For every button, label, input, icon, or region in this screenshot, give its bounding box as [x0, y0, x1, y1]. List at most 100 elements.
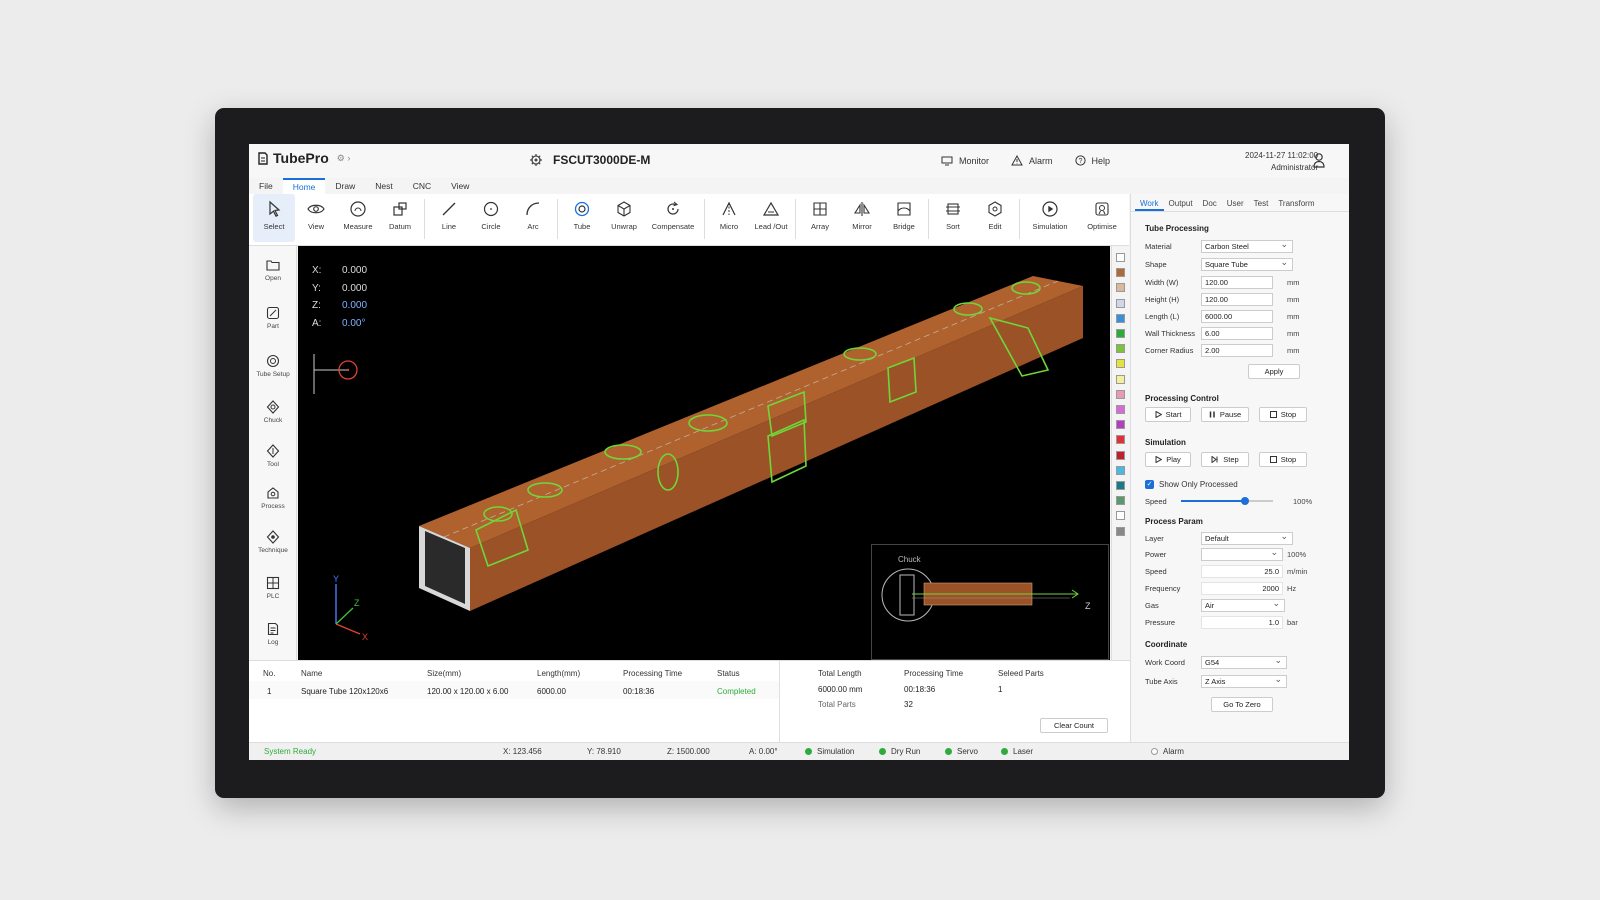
color-swatch[interactable]	[1116, 268, 1125, 278]
color-swatch[interactable]	[1116, 313, 1125, 323]
micro-tool[interactable]: Micro	[708, 194, 750, 242]
open-tool[interactable]: Open	[249, 258, 297, 282]
monitor-button[interactable]: Monitor	[941, 155, 989, 166]
color-swatch[interactable]	[1116, 465, 1125, 475]
edit-tool[interactable]: Edit	[974, 194, 1016, 242]
show-only-checkbox[interactable]: ✓	[1145, 479, 1154, 489]
part-tool[interactable]: Part	[249, 306, 297, 330]
tab-transform[interactable]: Transform	[1273, 196, 1319, 211]
compensate-tool[interactable]: Compensate	[645, 194, 701, 242]
select-tool[interactable]: Select	[253, 194, 295, 242]
go-to-zero-button[interactable]: Go To Zero	[1211, 697, 1273, 712]
log-tool[interactable]: Log	[249, 622, 297, 646]
line-icon	[442, 202, 456, 216]
technique-tool[interactable]: Technique	[249, 530, 297, 554]
color-swatch[interactable]	[1116, 511, 1125, 521]
arc-tool[interactable]: Arc	[512, 194, 554, 242]
circle-tool[interactable]: Circle	[470, 194, 512, 242]
power-select[interactable]	[1201, 547, 1283, 561]
color-swatch[interactable]	[1116, 435, 1125, 445]
wall-thickness-input[interactable]: 6.00	[1201, 326, 1273, 340]
tube-axis-select[interactable]: Z Axis	[1201, 674, 1287, 688]
pause-button[interactable]: Pause	[1201, 407, 1249, 422]
user-icon[interactable]	[1313, 152, 1325, 168]
corner-radius-input[interactable]: 2.00	[1201, 343, 1273, 357]
tube-tool[interactable]: Tube	[561, 194, 603, 242]
sort-tool[interactable]: Sort	[932, 194, 974, 242]
apply-button[interactable]: Apply	[1248, 364, 1300, 379]
length-input[interactable]: 6000.00	[1201, 309, 1273, 323]
tab-user[interactable]: User	[1222, 196, 1249, 211]
unwrap-tool[interactable]: Unwrap	[603, 194, 645, 242]
settings-mini-icon[interactable]: ⚙ ›	[337, 153, 351, 164]
sim-stop-button[interactable]: Stop	[1259, 452, 1307, 467]
bridge-label: Bridge	[893, 222, 915, 231]
menu-file[interactable]: File	[249, 178, 283, 194]
color-swatch[interactable]	[1116, 405, 1125, 414]
tab-test[interactable]: Test	[1249, 196, 1274, 211]
gas-select[interactable]: Air	[1201, 598, 1285, 612]
color-swatch[interactable]	[1116, 344, 1125, 354]
menu-view[interactable]: View	[441, 178, 479, 194]
right-panel-tabs: Work Output Doc User Test Transform	[1131, 196, 1349, 212]
tab-work[interactable]: Work	[1135, 196, 1164, 211]
bridge-tool[interactable]: Bridge	[883, 194, 925, 242]
height-input[interactable]: 120.00	[1201, 292, 1273, 306]
view-tool[interactable]: View	[295, 194, 337, 242]
sim-speed-slider[interactable]	[1181, 496, 1273, 506]
layer-select[interactable]: Default	[1201, 531, 1293, 545]
sim-step-button[interactable]: Step	[1201, 452, 1249, 467]
color-swatch[interactable]	[1116, 481, 1125, 490]
work-coord-select[interactable]: G54	[1201, 655, 1287, 669]
color-swatch[interactable]	[1116, 359, 1125, 369]
3d-viewport[interactable]: X: 0.000 Y: 0.000 Z: 0.000 A: 0.00° Y Z …	[298, 246, 1110, 660]
alarm-button[interactable]: Alarm	[1011, 155, 1053, 166]
color-swatch[interactable]	[1116, 283, 1125, 293]
frequency-input[interactable]: 2000	[1201, 581, 1283, 595]
table-row[interactable]: 1 Square Tube 120x120x6 120.00 x 120.00 …	[249, 681, 779, 699]
menu-cnc[interactable]: CNC	[403, 178, 441, 194]
color-swatch[interactable]	[1116, 374, 1125, 384]
start-button[interactable]: Start	[1145, 407, 1191, 422]
color-swatch[interactable]	[1116, 450, 1125, 460]
color-swatch[interactable]	[1116, 329, 1125, 338]
clear-count-button[interactable]: Clear Count	[1040, 718, 1108, 733]
pressure-input[interactable]: 1.0	[1201, 615, 1283, 629]
mirror-tool[interactable]: Mirror	[841, 194, 883, 242]
width-input[interactable]: 120.00	[1201, 275, 1273, 289]
color-swatch[interactable]	[1116, 420, 1125, 430]
datum-tool[interactable]: Datum	[379, 194, 421, 242]
menu-home[interactable]: Home	[282, 178, 326, 194]
line-tool[interactable]: Line	[428, 194, 470, 242]
tab-doc[interactable]: Doc	[1198, 196, 1222, 211]
simulation-tool[interactable]: Simulation	[1023, 194, 1077, 242]
slider-knob[interactable]	[1241, 497, 1250, 505]
color-swatch[interactable]	[1116, 298, 1125, 308]
speed-input[interactable]: 25.0	[1201, 564, 1283, 578]
lead-out-tool[interactable]: Lead /Out	[750, 194, 792, 242]
tool-tool[interactable]: Tool	[249, 444, 297, 468]
help-button[interactable]: ? Help	[1074, 155, 1110, 166]
frequency-row: Frequency 2000 Hz	[1145, 581, 1345, 595]
optimise-tool[interactable]: Optimise	[1077, 194, 1127, 242]
color-swatch[interactable]	[1116, 253, 1125, 262]
color-swatch[interactable]	[1116, 496, 1125, 506]
array-tool[interactable]: Array	[799, 194, 841, 242]
shape-select[interactable]: Square Tube	[1201, 257, 1293, 271]
chuck-tool[interactable]: Chuck	[249, 400, 297, 424]
sim-play-button[interactable]: Play	[1145, 452, 1191, 467]
menu-draw[interactable]: Draw	[325, 178, 365, 194]
color-swatch[interactable]	[1116, 389, 1125, 399]
measure-tool[interactable]: Measure	[337, 194, 379, 242]
process-label: Process	[261, 503, 285, 510]
menu-nest[interactable]: Nest	[365, 178, 402, 194]
show-only-row: ✓ Show Only Processed	[1145, 477, 1345, 491]
tab-output[interactable]: Output	[1164, 196, 1198, 211]
tube-setup-tool[interactable]: Tube Setup	[249, 354, 297, 378]
material-select[interactable]: Carbon Steel	[1201, 239, 1293, 253]
tube-processing-title: Tube Processing	[1145, 224, 1209, 233]
stop-button[interactable]: Stop	[1259, 407, 1307, 422]
plc-tool[interactable]: PLC	[249, 576, 297, 600]
color-swatch[interactable]	[1116, 526, 1125, 536]
process-tool[interactable]: Process	[249, 486, 297, 510]
